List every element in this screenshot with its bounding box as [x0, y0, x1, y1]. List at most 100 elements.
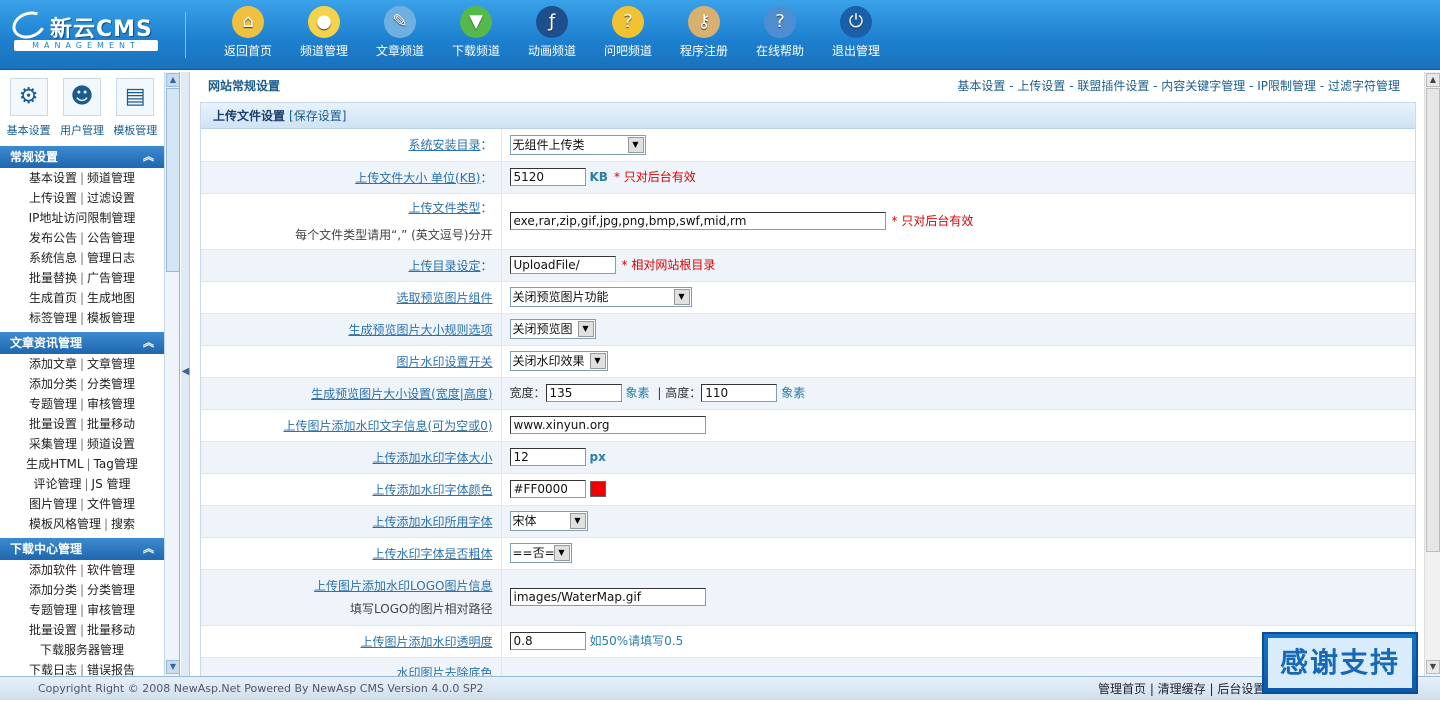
sidebar-link[interactable]: 批量移动 [87, 623, 135, 637]
preview-size-label[interactable]: 生成预览图片大小设置(宽度|高度) [311, 387, 492, 401]
upload-dir-label[interactable]: 上传目录设定 [408, 259, 480, 273]
sidebar-toggle[interactable]: ◀ [181, 72, 190, 676]
file-types-input[interactable]: exe,rar,zip,gif,jpg,png,bmp,swf,mid,rm [509, 212, 886, 231]
sidebar-link[interactable]: 添加分类 [29, 583, 77, 597]
sidebar-link[interactable]: 过滤设置 [87, 191, 135, 205]
wm-text-input[interactable]: www.xinyun.org [509, 416, 706, 434]
nav-item[interactable]: ƒ 动画频道 [514, 6, 590, 59]
sidebar-link[interactable]: 公告管理 [87, 231, 135, 245]
file-size-label[interactable]: 上传文件大小 单位(KB) [355, 171, 480, 185]
sidebar-link[interactable]: 基本设置 [29, 171, 77, 185]
wm-opacity-input[interactable]: 0.8 [509, 632, 586, 651]
sidebar-link[interactable]: 频道设置 [87, 437, 135, 451]
upload-dir-input[interactable]: UploadFile/ [509, 256, 616, 275]
quick-link[interactable]: ▤ 模板管理 [109, 78, 162, 142]
wm-logo-input[interactable]: images/WaterMap.gif [509, 588, 706, 606]
sidebar-link[interactable]: 分类管理 [87, 377, 135, 391]
watermark-switch-select[interactable]: 关闭水印效果 ▼ [509, 351, 608, 371]
sidebar-link[interactable]: 上传设置 [29, 191, 77, 205]
chevron-down-icon[interactable]: ▼ [569, 513, 586, 529]
sidebar-link[interactable]: 批量移动 [87, 417, 135, 431]
wm-font-color-input[interactable]: #FF0000 [509, 480, 586, 498]
wm-font-color-label[interactable]: 上传添加水印字体颜色 [372, 483, 492, 497]
scroll-thumb[interactable] [166, 88, 179, 272]
preview-rule-label[interactable]: 生成预览图片大小规则选项 [348, 323, 492, 337]
sidebar-link[interactable]: 添加分类 [29, 377, 77, 391]
scroll-up-icon[interactable]: ▲ [1426, 73, 1440, 87]
sidebar-link[interactable]: 软件管理 [87, 563, 135, 577]
sidebar-link[interactable]: 评论管理 [33, 477, 81, 491]
chevron-down-icon[interactable]: ▼ [673, 289, 690, 305]
wm-text-label[interactable]: 上传图片添加水印文字信息(可为空或0) [284, 419, 493, 433]
chevron-down-icon[interactable]: ▼ [577, 321, 594, 337]
install-dir-label[interactable]: 系统安装目录 [408, 138, 480, 152]
sidebar-link[interactable]: 批量替换 [29, 271, 77, 285]
settings-nav-links[interactable]: 基本设置 - 上传设置 - 联盟插件设置 - 内容关键字管理 - IP限制管理 … [957, 72, 1400, 100]
sidebar-link[interactable]: JS 管理 [92, 477, 131, 491]
sidebar-scrollbar[interactable]: ▲ ▼ [164, 72, 179, 676]
scroll-down-icon[interactable]: ▼ [1426, 660, 1440, 674]
preview-width-input[interactable]: 135 [545, 384, 622, 403]
nav-item[interactable]: ● 频道管理 [286, 6, 362, 59]
wm-font-size-input[interactable]: 12 [509, 448, 586, 466]
collapse-icon[interactable]: ︽ [143, 332, 154, 354]
sidebar-link[interactable]: 批量设置 [29, 623, 77, 637]
sidebar-link[interactable]: 专题管理 [29, 397, 77, 411]
scroll-down-icon[interactable]: ▼ [166, 660, 179, 674]
sidebar-section-header[interactable]: 常规设置 ︽ [0, 146, 164, 168]
collapse-icon[interactable]: ︽ [143, 146, 154, 168]
sidebar-link[interactable]: 频道管理 [87, 171, 135, 185]
sidebar-link[interactable]: 添加文章 [29, 357, 77, 371]
sidebar-link[interactable]: 分类管理 [87, 583, 135, 597]
wm-bold-select[interactable]: ==否== ▼ [509, 543, 572, 563]
thanks-badge[interactable]: 感谢支持 [1262, 632, 1418, 694]
watermark-switch-label[interactable]: 图片水印设置开关 [396, 355, 492, 369]
sidebar-link[interactable]: 专题管理 [29, 603, 77, 617]
main-scrollbar[interactable]: ▲ ▼ [1424, 72, 1440, 676]
nav-item[interactable]: ⚷ 程序注册 [666, 6, 742, 59]
sidebar-link[interactable]: 添加软件 [29, 563, 77, 577]
sidebar-link[interactable]: 下载日志 [29, 663, 77, 676]
file-size-input[interactable]: 5120 [509, 168, 586, 187]
sidebar-link[interactable]: 下载服务器管理 [40, 643, 124, 657]
wm-font-size-label[interactable]: 上传添加水印字体大小 [372, 451, 492, 465]
quick-link[interactable]: ☻ 用户管理 [55, 78, 108, 142]
file-types-label[interactable]: 上传文件类型 [408, 201, 480, 215]
wm-bold-label[interactable]: 上传水印字体是否粗体 [372, 547, 492, 561]
nav-item[interactable]: ▼ 下载频道 [438, 6, 514, 59]
quick-link[interactable]: ⚙ 基本设置 [2, 78, 55, 142]
sidebar-link[interactable]: 采集管理 [29, 437, 77, 451]
nav-item[interactable]: ⌂ 返回首页 [210, 6, 286, 59]
nav-item[interactable]: ✎ 文章频道 [362, 6, 438, 59]
sidebar-link[interactable]: 批量设置 [29, 417, 77, 431]
sidebar-link[interactable]: IP地址访问限制管理 [29, 211, 136, 225]
sidebar-link[interactable]: 错误报告 [87, 663, 135, 676]
sidebar-link[interactable]: 标签管理 [29, 311, 77, 325]
sidebar-link[interactable]: 文件管理 [87, 497, 135, 511]
nav-item[interactable]: ? 问吧频道 [590, 6, 666, 59]
sidebar-section-header[interactable]: 文章资讯管理 ︽ [0, 332, 164, 354]
sidebar-link[interactable]: 搜索 [111, 517, 135, 531]
sidebar-link[interactable]: 广告管理 [87, 271, 135, 285]
wm-opacity-label[interactable]: 上传图片添加水印透明度 [360, 635, 492, 649]
save-settings-link[interactable]: [保存设置] [289, 109, 346, 123]
sidebar-link[interactable]: 文章管理 [87, 357, 135, 371]
sidebar-section-header[interactable]: 下载中心管理 ︽ [0, 538, 164, 560]
nav-item[interactable]: ? 在线帮助 [742, 6, 818, 59]
chevron-down-icon[interactable]: ▼ [627, 136, 644, 153]
sidebar-link[interactable]: 图片管理 [29, 497, 77, 511]
preview-height-input[interactable]: 110 [701, 384, 778, 403]
sidebar-link[interactable]: 模板风格管理 [29, 517, 101, 531]
chevron-down-icon[interactable]: ▼ [589, 353, 606, 369]
collapse-icon[interactable]: ︽ [143, 538, 154, 560]
chevron-left-icon[interactable]: ◀ [181, 366, 190, 377]
sidebar-link[interactable]: 发布公告 [29, 231, 77, 245]
install-dir-select[interactable]: 无组件上传类 ▼ [509, 134, 646, 155]
sidebar-link[interactable]: Tag管理 [94, 457, 138, 471]
color-picker-icon[interactable] [589, 481, 606, 497]
sidebar-link[interactable]: 生成HTML [26, 457, 83, 471]
sidebar-link[interactable]: 生成首页 [29, 291, 77, 305]
nav-item[interactable]: ⏻ 退出管理 [818, 6, 894, 59]
preview-component-select[interactable]: 关闭预览图片功能 ▼ [509, 287, 692, 307]
wm-logo-label[interactable]: 上传图片添加水印LOGO图片信息 [314, 579, 492, 593]
